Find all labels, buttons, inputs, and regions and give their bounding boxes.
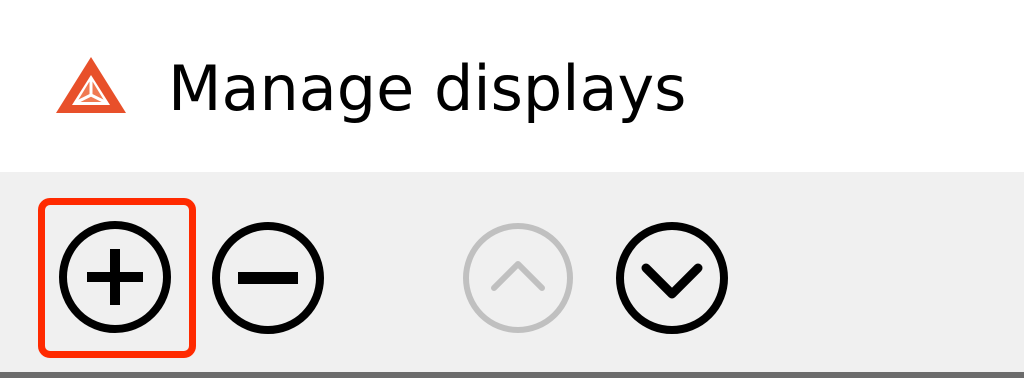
title-bar: Manage displays <box>0 0 1024 172</box>
add-display-button[interactable] <box>38 198 196 358</box>
remove-display-button[interactable] <box>206 216 330 340</box>
move-down-button[interactable] <box>610 216 734 340</box>
chevron-down-circle-icon <box>616 222 728 334</box>
window-title: Manage displays <box>168 52 687 125</box>
plus-circle-icon <box>59 221 171 333</box>
app-logo-icon <box>54 55 128 117</box>
manage-displays-window: Manage displays <box>0 0 1024 378</box>
minus-circle-icon <box>212 222 324 334</box>
move-up-button[interactable] <box>456 216 580 340</box>
chevron-up-circle-icon <box>463 223 573 333</box>
toolbar-bottom-border <box>0 372 1024 378</box>
